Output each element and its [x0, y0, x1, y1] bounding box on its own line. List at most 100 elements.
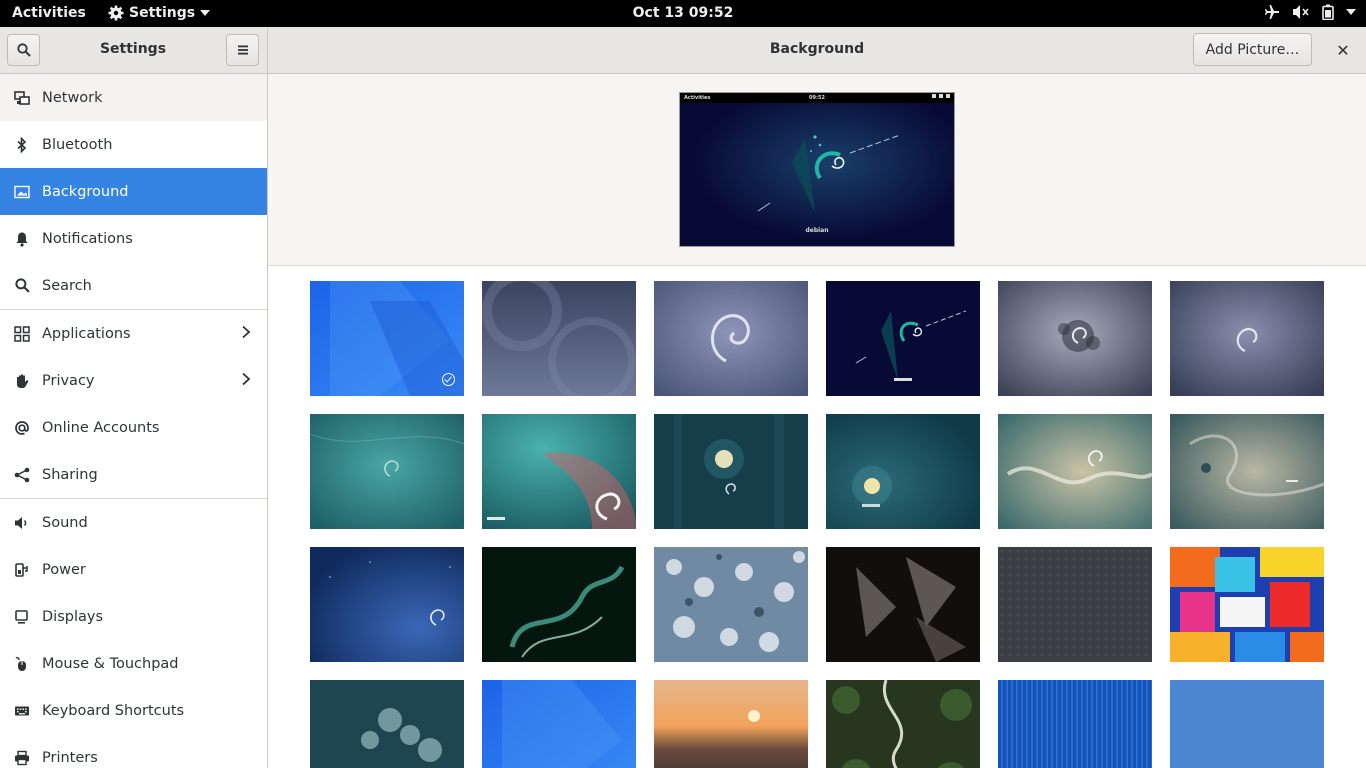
sidebar-item-applications[interactable]: Applications	[0, 310, 267, 357]
sidebar-item-displays[interactable]: Displays	[0, 593, 267, 640]
sidebar-item-label: Privacy	[42, 372, 95, 389]
preview-debian-logo: debian	[805, 227, 829, 234]
bell-icon	[13, 230, 31, 248]
wallpaper-thumbnail[interactable]	[998, 414, 1152, 529]
wallpaper-thumbnail[interactable]	[310, 680, 464, 768]
wallpaper-thumbnail[interactable]	[998, 281, 1152, 396]
chevron-right-icon	[242, 372, 251, 386]
preview-top-bar: Activities 09:52	[680, 93, 954, 103]
dropdown-arrow-icon	[200, 10, 211, 16]
wallpaper-thumbnail[interactable]	[998, 680, 1152, 768]
wallpaper-thumbnail[interactable]	[826, 547, 980, 662]
close-button[interactable]: ✕	[1331, 38, 1355, 62]
sidebar-item-label: Keyboard Shortcuts	[42, 702, 185, 719]
wallpaper-thumbnail[interactable]	[654, 414, 808, 529]
network-icon	[13, 89, 31, 107]
power-icon	[13, 561, 31, 579]
add-picture-button[interactable]: Add Picture…	[1193, 33, 1312, 66]
sidebar-item-mouse-touchpad[interactable]: Mouse & Touchpad	[0, 640, 267, 687]
sidebar-item-label: Background	[42, 183, 129, 200]
preview-tray-icons	[932, 94, 950, 98]
wallpaper-thumbnail[interactable]	[826, 281, 980, 396]
sidebar-item-label: Online Accounts	[42, 419, 160, 436]
system-tray[interactable]	[1264, 4, 1356, 20]
sidebar-item-sound[interactable]: Sound	[0, 499, 267, 546]
sidebar-item-background[interactable]: Background	[0, 168, 267, 215]
background-preview: Activities 09:52 debian	[679, 92, 955, 247]
volume-muted-icon	[1293, 5, 1309, 19]
search-icon	[13, 277, 31, 295]
app-menu[interactable]: Settings	[108, 5, 211, 21]
sidebar-title: Settings	[99, 41, 167, 57]
sidebar-item-label: Applications	[42, 325, 131, 342]
system-menu-arrow-icon	[1346, 9, 1356, 15]
sidebar-item-keyboard-shortcuts[interactable]: Keyboard Shortcuts	[0, 687, 267, 734]
wallpaper-thumbnail[interactable]	[654, 281, 808, 396]
applications-grid-icon	[13, 325, 31, 343]
gear-icon	[108, 5, 124, 21]
wallpaper-thumbnail[interactable]	[826, 680, 980, 768]
background-preview-area: Activities 09:52 debian	[268, 74, 1366, 266]
share-icon	[13, 466, 31, 484]
wallpaper-thumbnail[interactable]	[998, 547, 1152, 662]
preview-clock: 09:52	[809, 95, 825, 101]
app-menu-label: Settings	[129, 5, 196, 21]
wallpaper-thumbnail[interactable]	[310, 281, 464, 396]
sidebar-item-notifications[interactable]: Notifications	[0, 215, 267, 262]
sidebar-item-label: Notifications	[42, 230, 133, 247]
wallpaper-thumbnail[interactable]	[654, 547, 808, 662]
sidebar-item-label: Printers	[42, 749, 98, 766]
activities-button[interactable]: Activities	[12, 5, 86, 21]
wallpaper-thumbnail[interactable]	[482, 414, 636, 529]
sidebar-item-privacy[interactable]: Privacy	[0, 357, 267, 404]
sidebar-item-label: Power	[42, 561, 86, 578]
wallpaper-thumbnail[interactable]	[1170, 414, 1324, 529]
sidebar: Network Bluetooth Background Notificatio…	[0, 74, 268, 768]
wallpaper-grid	[268, 266, 1366, 768]
sidebar-item-label: Mouse & Touchpad	[42, 655, 179, 672]
display-icon	[13, 608, 31, 626]
clock[interactable]: Oct 13 09:52	[633, 5, 734, 21]
wallpaper-thumbnail[interactable]	[482, 680, 636, 768]
wallpaper-thumbnail[interactable]	[482, 281, 636, 396]
sidebar-item-online-accounts[interactable]: Online Accounts	[0, 404, 267, 451]
wallpaper-thumbnail[interactable]	[826, 414, 980, 529]
wallpaper-thumbnail[interactable]	[654, 680, 808, 768]
wallpaper-thumbnail[interactable]	[1170, 547, 1324, 662]
sidebar-item-network[interactable]: Network	[0, 74, 267, 121]
sidebar-item-bluetooth[interactable]: Bluetooth	[0, 121, 267, 168]
sidebar-item-label: Search	[42, 277, 92, 294]
sidebar-item-sharing[interactable]: Sharing	[0, 451, 267, 498]
sidebar-item-search[interactable]: Search	[0, 262, 267, 309]
airplane-mode-icon	[1265, 5, 1279, 19]
chevron-right-icon	[242, 325, 251, 339]
wallpaper-thumbnail[interactable]	[1170, 680, 1324, 768]
bluetooth-icon	[13, 136, 31, 154]
speaker-icon	[13, 514, 31, 532]
search-icon	[16, 43, 31, 57]
wallpaper-thumbnail[interactable]	[1170, 281, 1324, 396]
sidebar-item-label: Bluetooth	[42, 136, 113, 153]
hamburger-menu-icon	[237, 45, 248, 55]
battery-icon	[1322, 4, 1334, 20]
sidebar-item-label: Displays	[42, 608, 104, 625]
menu-button[interactable]	[226, 34, 259, 66]
header-bar: Settings Background Add Picture… ✕	[0, 27, 1366, 74]
mouse-icon	[13, 655, 31, 673]
search-button[interactable]	[7, 34, 40, 66]
sidebar-item-label: Network	[42, 89, 103, 106]
sidebar-header: Settings	[0, 27, 268, 73]
sidebar-item-label: Sound	[42, 514, 88, 531]
wallpaper-thumbnail[interactable]	[310, 414, 464, 529]
sidebar-item-power[interactable]: Power	[0, 546, 267, 593]
wallpaper-thumbnail[interactable]	[482, 547, 636, 662]
at-sign-icon	[13, 419, 31, 437]
background-icon	[13, 183, 31, 201]
wallpaper-thumbnail[interactable]	[310, 547, 464, 662]
close-icon: ✕	[1336, 40, 1350, 60]
sidebar-item-printers[interactable]: Printers	[0, 734, 267, 768]
keyboard-icon	[13, 702, 31, 720]
printer-icon	[13, 749, 31, 767]
top-bar: Activities Settings Oct 13 09:52	[0, 0, 1366, 27]
selected-check-icon	[442, 373, 455, 386]
